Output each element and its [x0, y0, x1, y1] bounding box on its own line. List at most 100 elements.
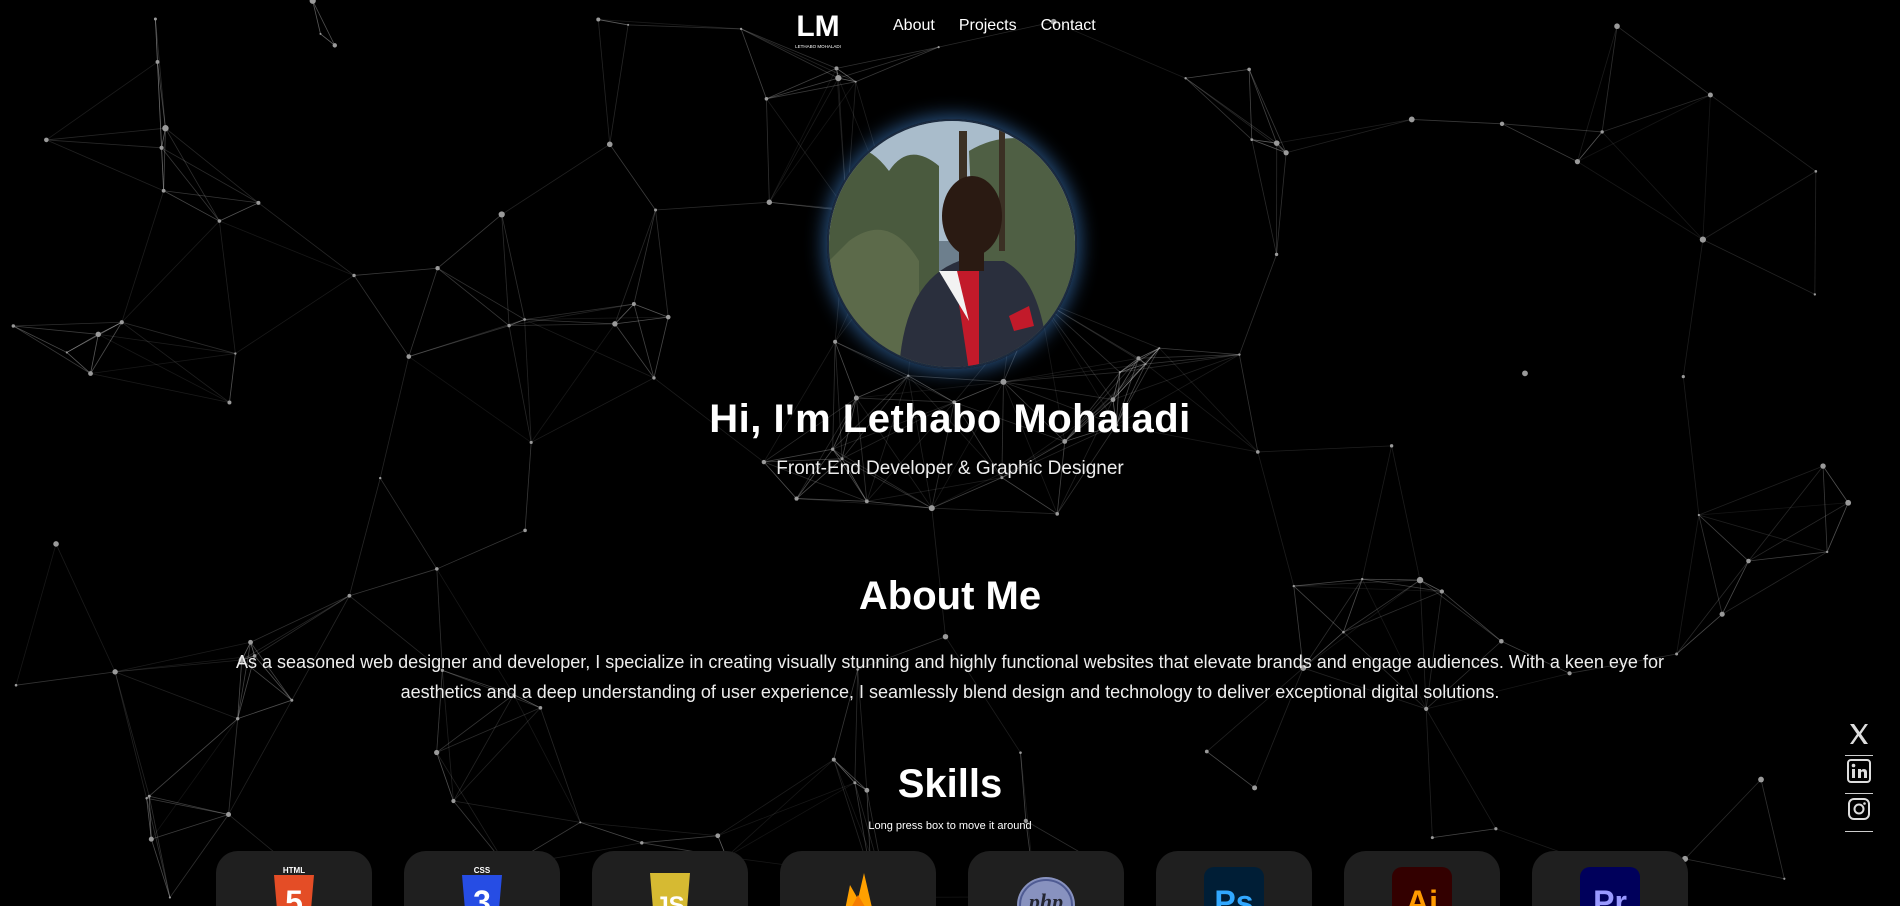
network-node: [1783, 877, 1786, 880]
network-node: [88, 371, 93, 376]
skill-box-php[interactable]: php: [968, 851, 1124, 906]
network-node: [44, 137, 49, 143]
network-line: [161, 147, 220, 222]
network-node: [835, 74, 842, 82]
network-line: [609, 144, 656, 211]
network-node: [606, 141, 613, 148]
nav-link-projects[interactable]: Projects: [959, 17, 1017, 35]
network-line: [353, 275, 410, 357]
network-line: [614, 323, 655, 379]
network-node: [1825, 550, 1829, 554]
network-node: [1342, 630, 1345, 634]
network-line: [46, 61, 158, 141]
network-line: [614, 209, 656, 325]
network-line: [66, 333, 99, 353]
network-line: [766, 67, 837, 100]
network-line: [148, 796, 171, 898]
network-node: [248, 639, 253, 645]
network-node: [523, 318, 527, 321]
network-line: [219, 220, 355, 276]
nav-link-about[interactable]: About: [893, 17, 935, 35]
network-line: [1501, 123, 1578, 162]
instagram-icon[interactable]: [1843, 793, 1875, 825]
network-node: [654, 208, 658, 212]
network-line: [46, 127, 166, 141]
network-line: [437, 267, 525, 320]
network-line: [766, 81, 856, 100]
network-line: [766, 98, 848, 211]
network-node: [652, 376, 656, 380]
skills-title: Skills: [897, 762, 1003, 806]
skill-box-css[interactable]: CSS 3: [404, 851, 560, 906]
about-title: About Me: [858, 574, 1042, 618]
network-line: [633, 209, 656, 305]
network-node: [833, 339, 838, 344]
network-line: [1602, 94, 1711, 133]
network-line: [856, 375, 909, 399]
network-node: [665, 314, 671, 320]
network-line: [524, 319, 655, 379]
network-line: [379, 477, 438, 570]
nav-link-contact[interactable]: Contact: [1041, 17, 1096, 35]
network-line: [1748, 465, 1824, 562]
network-node: [1274, 252, 1279, 257]
network-line: [437, 214, 502, 269]
network-line: [633, 303, 655, 379]
network-node: [435, 567, 439, 571]
x-twitter-icon[interactable]: [1843, 718, 1875, 750]
skill-box-javascript[interactable]: JS: [592, 851, 748, 906]
network-line: [219, 220, 236, 354]
network-line: [235, 275, 355, 354]
network-line: [121, 321, 236, 354]
network-line: [354, 267, 438, 276]
network-line: [1682, 239, 1704, 377]
network-node: [217, 219, 222, 223]
network-line: [165, 127, 259, 204]
network-node: [155, 60, 160, 64]
svg-text:php: php: [1027, 889, 1063, 906]
network-node: [766, 199, 773, 205]
svg-text:3: 3: [473, 884, 491, 906]
premiere-icon: Pr: [1580, 867, 1640, 906]
skill-box-photoshop[interactable]: Ps: [1156, 851, 1312, 906]
network-node: [1118, 371, 1121, 374]
network-line: [766, 77, 839, 100]
network-line: [1702, 171, 1817, 240]
network-line: [13, 325, 99, 335]
network-line: [46, 139, 162, 149]
network-line: [1276, 119, 1412, 144]
javascript-icon: JS: [650, 873, 690, 906]
network-node: [1845, 499, 1852, 506]
network-node: [1000, 378, 1007, 385]
network-node: [794, 496, 799, 501]
css3-icon: CSS 3: [462, 866, 502, 906]
network-node: [498, 211, 505, 218]
photoshop-icon: Ps: [1204, 867, 1264, 906]
network-node: [1247, 67, 1251, 72]
network-node: [53, 541, 59, 547]
skill-box-firebase[interactable]: [780, 851, 936, 906]
network-node: [507, 323, 511, 328]
network-line: [46, 139, 164, 192]
network-node: [406, 354, 412, 359]
network-line: [1185, 77, 1287, 154]
svg-text:CSS: CSS: [474, 866, 491, 875]
network-node: [1814, 170, 1818, 173]
network-node: [1204, 749, 1209, 754]
skill-box-illustrator[interactable]: Ai: [1344, 851, 1500, 906]
skill-box-html[interactable]: HTML 5: [216, 851, 372, 906]
network-line: [161, 147, 259, 204]
site-logo[interactable]: LM LETHABO MOHALADI: [793, 8, 843, 50]
network-line: [766, 98, 770, 203]
profile-avatar: [827, 119, 1077, 369]
linkedin-icon[interactable]: [1843, 755, 1875, 787]
network-node: [1699, 236, 1706, 243]
network-node: [226, 811, 232, 817]
network-line: [1748, 551, 1828, 562]
network-line: [13, 325, 68, 353]
network-line: [1239, 254, 1277, 355]
network-node: [1273, 140, 1280, 146]
html5-icon: HTML 5: [274, 866, 314, 906]
skill-box-premiere[interactable]: Pr: [1532, 851, 1688, 906]
network-node: [1389, 444, 1394, 448]
